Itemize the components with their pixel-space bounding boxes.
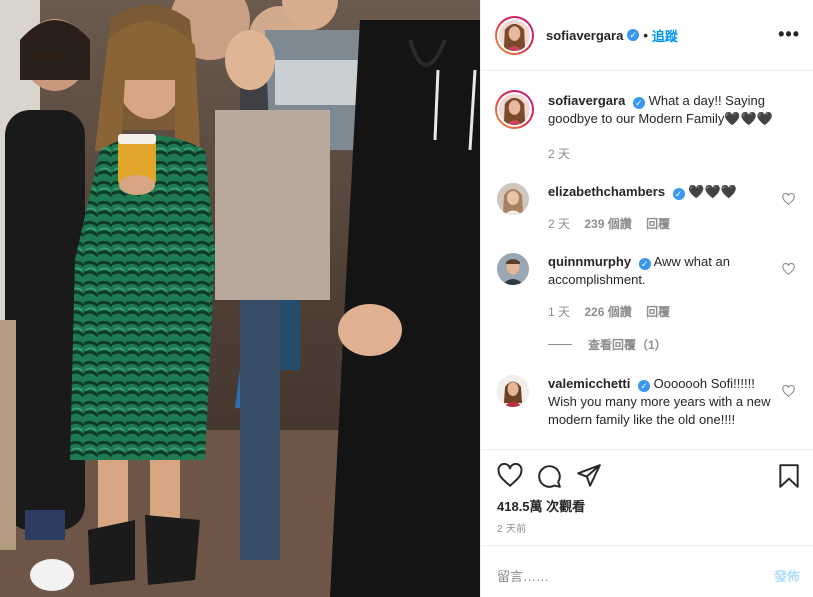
- view-replies-button[interactable]: 查看回覆（1）: [548, 336, 667, 353]
- comment-text: valemicchetti ✓ Ooooooh Sofi!!!!!! Wish …: [548, 375, 778, 429]
- avatar-image: [499, 19, 530, 51]
- verified-icon: ✓: [632, 97, 645, 109]
- verified-icon: ✓: [627, 29, 640, 41]
- comment-username[interactable]: valemicchetti: [548, 376, 630, 391]
- like-comment-icon[interactable]: [782, 263, 795, 276]
- comment-username[interactable]: quinnmurphy: [548, 254, 631, 269]
- comment-body: 🖤🖤🖤: [688, 184, 737, 199]
- verified-icon: ✓: [672, 188, 685, 200]
- post-timestamp[interactable]: 2 天前: [497, 520, 527, 535]
- comment-avatar[interactable]: [497, 253, 529, 285]
- post-media-video[interactable]: [0, 0, 480, 597]
- verified-icon: ✓: [638, 380, 650, 392]
- heart-icon[interactable]: [497, 463, 523, 489]
- reply-button[interactable]: 回覆: [646, 217, 670, 231]
- add-comment-bar: 留言…… 發佈: [481, 545, 813, 597]
- view-count[interactable]: 418.5萬 次觀看: [497, 496, 585, 515]
- comment-input[interactable]: 留言……: [497, 566, 549, 585]
- post-comment-button[interactable]: 發佈: [774, 566, 800, 585]
- comment-age[interactable]: 2 天: [548, 217, 570, 231]
- header-separator: •: [643, 27, 648, 43]
- caption-avatar[interactable]: [495, 90, 534, 129]
- bookmark-icon[interactable]: [776, 463, 802, 489]
- comment-icon[interactable]: [536, 463, 562, 489]
- post-side-panel: sofiavergara ✓ • 追蹤 ••• sofiavergara ✓ W…: [480, 0, 813, 597]
- caption-text: sofiavergara ✓ What a day!! Saying goodb…: [548, 92, 778, 128]
- share-icon[interactable]: [576, 463, 602, 489]
- reply-button[interactable]: 回覆: [646, 305, 670, 319]
- video-frame-image: [0, 0, 480, 597]
- like-comment-icon[interactable]: [782, 385, 795, 398]
- avatar-image: [497, 375, 529, 407]
- more-icon[interactable]: •••: [778, 25, 800, 43]
- header-avatar[interactable]: [495, 15, 534, 55]
- comment-username[interactable]: elizabethchambers: [548, 184, 665, 199]
- comments-list[interactable]: sofiavergara ✓ What a day!! Saying goodb…: [481, 72, 813, 448]
- comment-text: elizabethchambers ✓ 🖤🖤🖤: [548, 183, 778, 201]
- post-header: sofiavergara ✓ • 追蹤 •••: [481, 0, 813, 71]
- view-replies-label: 查看回覆（1）: [588, 338, 667, 352]
- caption-age[interactable]: 2 天: [548, 147, 570, 161]
- avatar-image: [497, 253, 529, 285]
- caption-meta: 2 天: [548, 145, 581, 162]
- header-username[interactable]: sofiavergara: [546, 28, 623, 43]
- verified-icon: ✓: [638, 258, 651, 270]
- like-comment-icon[interactable]: [782, 193, 795, 206]
- comment-meta: 1 天 226 個讚 回覆: [548, 303, 681, 320]
- comment-avatar[interactable]: [497, 183, 529, 215]
- replies-divider: [548, 344, 572, 345]
- comment-meta: 2 天 239 個讚 回覆: [548, 215, 681, 232]
- comment-text: quinnmurphy ✓ Aww what an accomplishment…: [548, 253, 778, 289]
- comment-likes[interactable]: 239 個讚: [584, 217, 631, 231]
- comment-likes[interactable]: 226 個讚: [584, 305, 631, 319]
- follow-button[interactable]: 追蹤: [652, 26, 678, 45]
- comment-avatar[interactable]: [497, 375, 529, 407]
- avatar-image: [497, 183, 529, 215]
- caption-username[interactable]: sofiavergara: [548, 93, 625, 108]
- comment-age[interactable]: 1 天: [548, 305, 570, 319]
- post-actions: 418.5萬 次觀看 2 天前: [481, 449, 813, 544]
- avatar-image: [499, 94, 530, 125]
